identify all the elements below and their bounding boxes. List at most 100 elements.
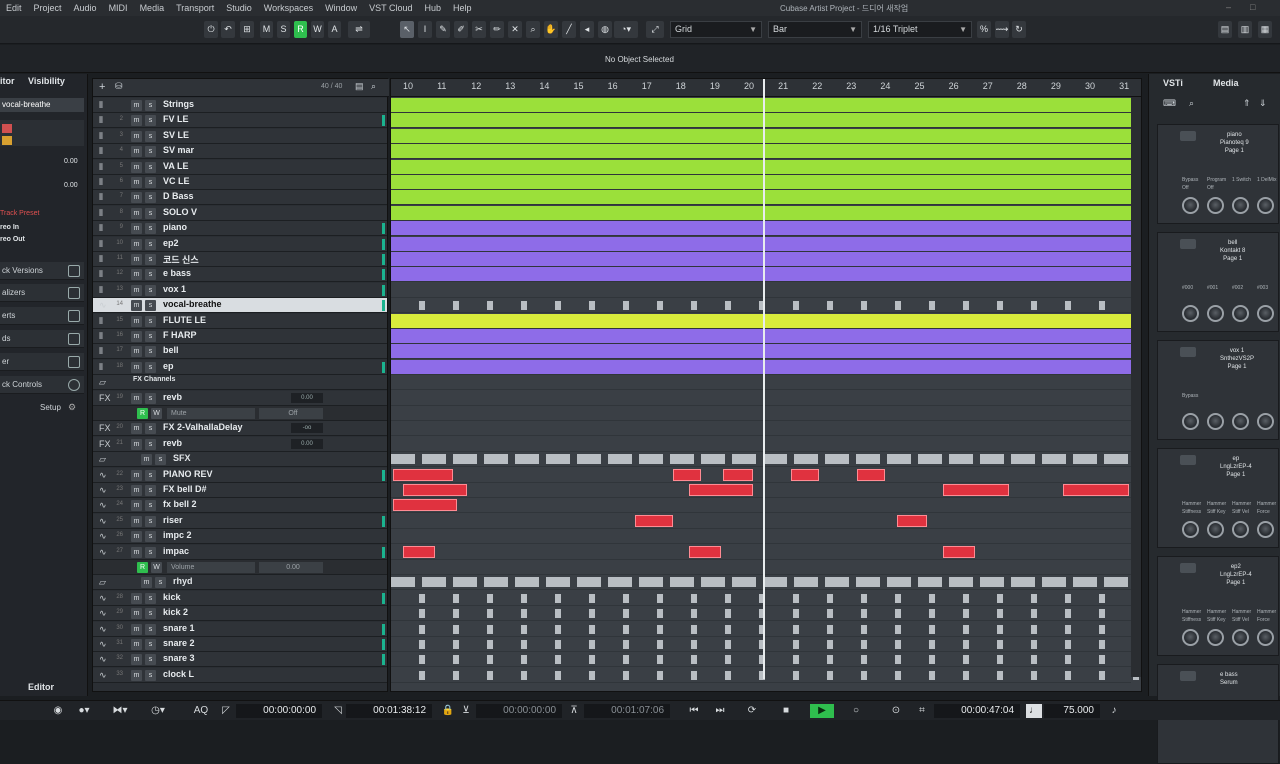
audio-event[interactable]	[861, 593, 867, 603]
activate-project-icon[interactable]: ⏻	[204, 21, 218, 38]
audio-event[interactable]	[589, 609, 595, 619]
audio-event[interactable]	[997, 655, 1003, 665]
track-row[interactable]: ⦀ 12 m s e bass	[93, 267, 387, 283]
solo-button[interactable]: s	[145, 115, 156, 127]
power-icon[interactable]	[1180, 455, 1196, 465]
solo-button[interactable]: s	[145, 192, 156, 204]
audio-event[interactable]	[861, 670, 867, 680]
mute-button[interactable]: m	[131, 361, 142, 373]
solo-button[interactable]: s	[145, 639, 156, 650]
audio-event[interactable]	[861, 624, 867, 634]
mute-button[interactable]: m	[131, 130, 142, 142]
solo-button[interactable]: s	[145, 161, 156, 173]
mute-button[interactable]: m	[131, 485, 142, 496]
search-icon[interactable]: ⌕	[371, 81, 376, 92]
mute-button[interactable]: m	[131, 346, 142, 358]
audio-event[interactable]	[393, 468, 453, 481]
monitor-icon[interactable]	[2, 136, 12, 145]
midi-part[interactable]	[391, 329, 1131, 343]
punch-out-icon[interactable]: ⊼	[566, 704, 582, 718]
audio-event[interactable]	[589, 624, 595, 634]
audio-event[interactable]	[861, 655, 867, 665]
track-lane[interactable]	[391, 514, 1131, 529]
quantize-apply-icon[interactable]: ⟿	[995, 21, 1009, 38]
track-row[interactable]: ⦀ 8 m s SOLO V	[93, 205, 387, 221]
fx-level[interactable]: 0.00	[291, 438, 323, 449]
track-name[interactable]: fx bell 2	[163, 499, 197, 509]
section-quick-controls[interactable]: ck Controls	[0, 376, 84, 394]
audio-event[interactable]	[521, 593, 527, 603]
write-toggle[interactable]: W	[151, 562, 162, 573]
menu-item-edit[interactable]: Edit	[0, 3, 28, 13]
audio-event[interactable]	[793, 655, 799, 665]
left-locator-time[interactable]: 00:00:00:00	[236, 704, 322, 718]
gear-icon[interactable]: ⚙	[68, 402, 76, 413]
track-name[interactable]: snare 3	[163, 653, 195, 663]
audio-event[interactable]	[861, 301, 867, 311]
track-row[interactable]: ∿ 30 m s snare 1	[93, 621, 387, 637]
add-track-icon[interactable]: +	[99, 81, 105, 93]
solo-button[interactable]: s	[145, 254, 156, 265]
audio-event[interactable]	[1031, 593, 1037, 603]
track-lane[interactable]	[391, 591, 1139, 606]
solo-button[interactable]: s	[145, 669, 156, 681]
track-lane[interactable]	[391, 298, 1139, 314]
audio-event[interactable]	[1031, 624, 1037, 634]
range-tool-icon[interactable]: I	[418, 21, 432, 38]
mute-button[interactable]: M	[260, 21, 273, 38]
split-tool-icon[interactable]: ✎	[436, 21, 450, 38]
track-row[interactable]: ⦀ 13 m s vox 1	[93, 282, 387, 298]
quick-control-knob[interactable]	[1207, 521, 1224, 538]
track-name[interactable]: revb	[163, 392, 182, 402]
quick-control-knob[interactable]	[1182, 413, 1199, 430]
track-lane[interactable]	[391, 652, 1139, 668]
audio-event[interactable]	[555, 301, 561, 311]
solo-button[interactable]: s	[145, 346, 156, 358]
folder-part[interactable]	[949, 454, 973, 465]
track-lane[interactable]	[391, 668, 1139, 683]
audio-event[interactable]	[487, 655, 493, 665]
audio-event[interactable]	[793, 670, 799, 680]
track-row[interactable]: ⦀ 16 m s F HARP	[93, 329, 387, 344]
folder-part[interactable]	[577, 577, 601, 588]
midi-part[interactable]	[391, 252, 1131, 266]
solo-button[interactable]: s	[145, 515, 156, 527]
mute-button[interactable]: m	[131, 315, 142, 327]
track-name[interactable]: FX bell D#	[163, 484, 207, 494]
audio-event[interactable]	[555, 609, 561, 619]
audio-event[interactable]	[589, 593, 595, 603]
track-row[interactable]: ∿ 33 m s clock L	[93, 667, 387, 683]
audio-event[interactable]	[861, 640, 867, 649]
audio-event[interactable]	[453, 670, 459, 680]
fx-level[interactable]: 0.00	[291, 392, 323, 403]
folder-part[interactable]	[794, 577, 818, 588]
folder-part[interactable]	[1073, 454, 1097, 465]
project-cursor[interactable]	[763, 79, 765, 679]
track-name[interactable]: SV LE	[163, 130, 189, 140]
vsti-slot[interactable]: ep2 LngLzrEP-4 Page 1 Hammer Hammer Hammer Ham…	[1157, 556, 1279, 656]
plugin-name[interactable]: LngLzrEP-4	[1220, 463, 1252, 471]
lock-icon[interactable]: 🔒	[440, 704, 456, 718]
track-row[interactable]: ∿ 14 m s vocal-breathe	[93, 298, 387, 314]
solo-button[interactable]: s	[145, 361, 156, 373]
folder-part[interactable]	[701, 577, 725, 588]
quick-control-knob[interactable]	[1182, 305, 1199, 322]
track-lane[interactable]	[391, 313, 1131, 329]
go-to-end-icon[interactable]: ⏭	[712, 704, 728, 718]
audio-event[interactable]	[793, 301, 799, 311]
track-name[interactable]: FX Channels	[133, 376, 175, 383]
audio-event[interactable]	[487, 609, 493, 619]
record-icon[interactable]: ○	[848, 704, 864, 718]
loop-settings-icon[interactable]: ◉	[50, 704, 66, 718]
power-icon[interactable]	[1180, 671, 1196, 681]
audio-event[interactable]	[623, 640, 629, 649]
track-lane[interactable]	[391, 529, 1131, 545]
midi-part[interactable]	[391, 190, 1131, 205]
track-lane[interactable]	[391, 221, 1131, 237]
audio-event[interactable]	[997, 301, 1003, 311]
audio-event[interactable]	[419, 593, 425, 603]
play-tool-icon[interactable]: ◂	[580, 21, 594, 38]
menu-item-vst-cloud[interactable]: VST Cloud	[363, 3, 418, 13]
vsti-slot[interactable]: ep LngLzrEP-4 Page 1 Hammer Hammer Hammer Hamm…	[1157, 448, 1279, 548]
menu-item-workspaces[interactable]: Workspaces	[258, 3, 319, 13]
